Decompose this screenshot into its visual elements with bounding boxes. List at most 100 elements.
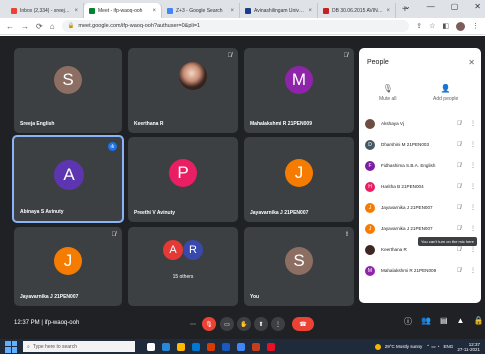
back-icon[interactable]: ← <box>6 22 14 31</box>
activities-icon[interactable]: ▲ <box>457 316 465 327</box>
powerpoint-icon[interactable] <box>252 342 260 351</box>
participant-name: Jayavarnika J 21PEN007 <box>381 205 433 210</box>
mic-off-icon[interactable]: 🎙̸ <box>454 247 464 253</box>
lock-icon: 🔒 <box>67 23 75 29</box>
more-icon[interactable]: ⋮ <box>470 267 476 274</box>
windows-taskbar: ⌕ Type here to search 29°C Mostly sunny … <box>0 339 485 354</box>
mic-off-icon[interactable]: 🎙̸ <box>454 205 464 211</box>
more-icon[interactable]: ⋮ <box>470 120 476 127</box>
mail-icon[interactable] <box>192 342 200 351</box>
tab-search-icon[interactable]: ⌄ <box>404 2 411 11</box>
close-icon[interactable]: × <box>308 8 312 14</box>
menu-icon[interactable]: ⋮ <box>472 22 479 30</box>
browser-tab-pdf[interactable]: DB 30.06.2015 AVINASHILI... × <box>318 3 396 18</box>
file-explorer-icon[interactable] <box>177 342 185 351</box>
reload-icon[interactable]: ⟳ <box>36 22 43 31</box>
avatar: H <box>365 181 375 192</box>
mic-off-icon[interactable]: 🎙̸ <box>454 268 464 274</box>
list-item[interactable]: M Mahalakshmi R 21PEN009 🎙̸ ⋮ <box>359 260 481 281</box>
extensions-icon[interactable]: ◧ <box>442 22 449 30</box>
close-icon[interactable]: × <box>230 8 234 14</box>
more-icon[interactable]: ⋮ <box>470 204 476 211</box>
share-icon[interactable]: ⇪ <box>416 22 422 30</box>
mic-off-icon[interactable]: 🎙̸ <box>454 121 464 127</box>
participant-tile[interactable]: P Preethi V Avinuty <box>128 137 238 222</box>
avatar: J <box>285 159 313 187</box>
list-item[interactable]: Akshaya Vj 🎙̸ ⋮ <box>359 113 481 134</box>
present-button[interactable]: ⬆ <box>254 317 268 331</box>
more-icon[interactable]: ⋮ <box>470 246 476 253</box>
url-bar[interactable]: 🔒 meet.google.com/ifp-waoq-ooh?authuser=… <box>61 20 410 32</box>
mic-off-icon[interactable]: 🎙̸ <box>454 163 464 169</box>
tray-icons[interactable]: ⌃ ▭ ◔ <box>426 344 439 350</box>
mic-tooltip: You can't turn on the mic here <box>418 237 477 246</box>
browser-tab-university[interactable]: Avinashilingam University f... × <box>240 3 318 18</box>
add-people-button[interactable]: 👤 Add people <box>433 84 458 102</box>
chat-icon[interactable]: ▤ <box>440 316 448 327</box>
star-icon[interactable]: ☆ <box>429 22 435 30</box>
participant-tile[interactable]: S Sreeja English <box>14 48 122 133</box>
word-icon[interactable] <box>222 342 230 351</box>
list-item[interactable]: J Jayavarnika J 21PEN007 🎙̸ ⋮ <box>359 197 481 218</box>
list-item[interactable]: J Jayavarnika J 21PEN007 🎙̸ ⋮ <box>359 218 481 239</box>
participant-tile[interactable]: J 🎙̸ Jayavarnika J 21PEN007 <box>14 227 122 306</box>
host-controls-icon[interactable]: 🔒 <box>473 316 483 327</box>
close-window-icon[interactable]: ✕ <box>474 2 481 11</box>
participant-tile[interactable]: M 🎙̸ Mahalakshmi R 21PEN009 <box>244 48 354 133</box>
mic-off-icon[interactable]: 🎙̸ <box>454 226 464 232</box>
maximize-icon[interactable]: ▢ <box>451 2 459 11</box>
edge-icon[interactable] <box>162 342 170 351</box>
browser-tab-gmail[interactable]: Inbox (2,334) - sreeja_eng@... × <box>6 3 84 18</box>
avatar: J <box>365 202 375 213</box>
list-item[interactable]: D Dharshini M 21PEN003 🎙̸ ⋮ <box>359 134 481 155</box>
close-icon[interactable]: × <box>152 8 156 14</box>
browser-tab-meet[interactable]: Meet - ifp-waoq-ooh × <box>84 3 162 18</box>
home-icon[interactable]: ⌂ <box>50 22 55 31</box>
task-view-icon[interactable] <box>147 342 155 351</box>
weather-text[interactable]: 29°C Mostly sunny <box>385 344 423 349</box>
avatar: F <box>365 160 375 171</box>
clock[interactable]: 12:37 27-11-2021 <box>457 342 480 352</box>
participant-name: Keerthana R <box>134 121 164 127</box>
camera-button[interactable]: ▭ <box>220 317 234 331</box>
raise-hand-button[interactable]: ✋ <box>237 317 251 331</box>
participant-tile[interactable]: A ıIı Abinaya S Avinuty <box>12 135 124 223</box>
office-icon[interactable] <box>207 342 215 351</box>
participant-tile[interactable]: 🎙̸ Keerthana R <box>128 48 238 133</box>
mic-off-button[interactable]: 🎙 <box>202 317 216 331</box>
more-icon[interactable]: ⋮ <box>470 141 476 148</box>
windows-start-icon[interactable] <box>5 340 17 353</box>
people-icon[interactable]: 👥 <box>421 316 431 327</box>
meeting-info: 12:37 PM | ifp-waoq-ooh <box>14 320 79 326</box>
list-item[interactable]: H Haritha B 21PEN004 🎙̸ ⋮ <box>359 176 481 197</box>
minimize-icon[interactable]: — <box>427 2 435 11</box>
language-indicator[interactable]: ENG <box>444 344 454 349</box>
self-tile[interactable]: S ! You <box>244 227 354 306</box>
search-placeholder: Type here to search <box>32 343 78 350</box>
list-item[interactable]: F Fidhashima S.B.A. English 🎙̸ ⋮ <box>359 155 481 176</box>
participant-name: Akshaya Vj <box>381 121 404 126</box>
close-icon[interactable]: × <box>386 8 390 14</box>
more-icon[interactable]: ⋮ <box>470 225 476 232</box>
info-icon[interactable]: ⓘ <box>404 316 412 327</box>
end-call-button[interactable]: ☎ <box>292 317 314 331</box>
more-dots-icon[interactable]: ⋯ <box>186 317 200 331</box>
mute-all-button[interactable]: 🎙 Mute all <box>379 84 397 102</box>
browser-tab-google-search[interactable]: Z+3 - Google Search × <box>162 3 240 18</box>
app-icon[interactable] <box>267 342 275 351</box>
close-icon[interactable]: × <box>74 8 78 14</box>
others-tile[interactable]: A R 15 others <box>128 227 238 306</box>
mic-off-icon[interactable]: 🎙̸ <box>454 184 464 190</box>
profile-avatar[interactable] <box>456 21 465 31</box>
avatar: S <box>285 247 313 275</box>
mic-off-icon[interactable]: 🎙̸ <box>454 142 464 148</box>
chrome-icon[interactable] <box>237 342 245 351</box>
close-icon[interactable]: ✕ <box>468 58 475 67</box>
forward-icon[interactable]: → <box>21 22 29 31</box>
more-options-button[interactable]: ⋮ <box>271 317 285 331</box>
participant-name: Haritha B 21PEN004 <box>381 184 424 189</box>
more-icon[interactable]: ⋮ <box>470 162 476 169</box>
taskbar-search[interactable]: ⌕ Type here to search <box>23 341 135 352</box>
more-icon[interactable]: ⋮ <box>470 183 476 190</box>
participant-tile[interactable]: J Jayavarnika J 21PEN007 <box>244 137 354 222</box>
